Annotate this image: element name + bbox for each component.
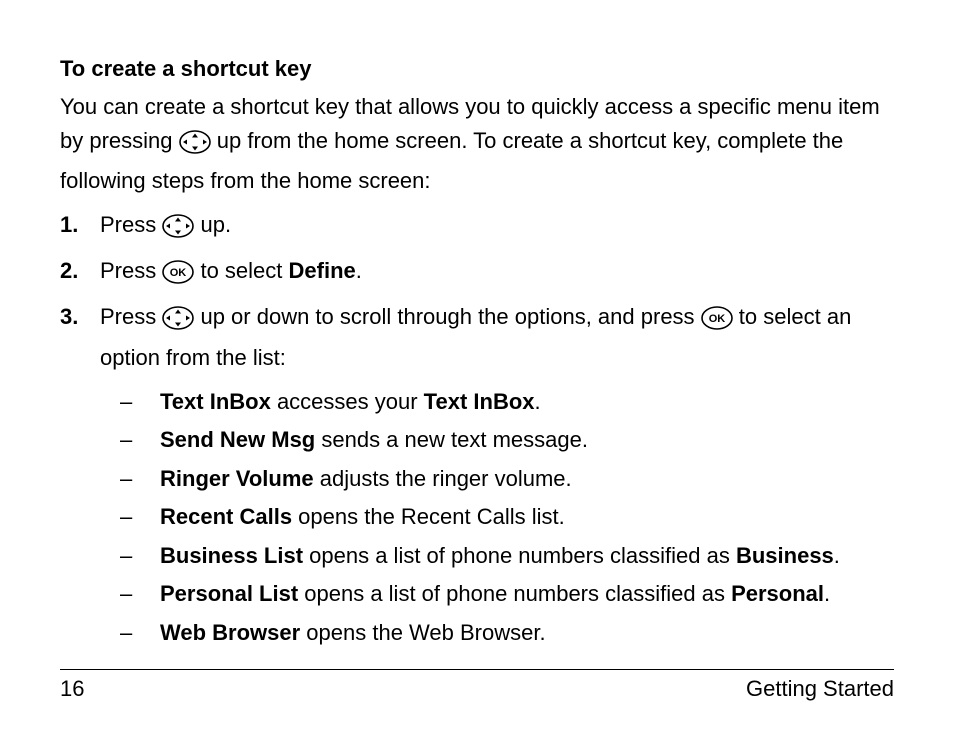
step-number: 2. xyxy=(60,254,100,288)
sublist-plain-text: accesses your xyxy=(271,389,424,414)
sublist-plain-text: adjusts the ringer volume. xyxy=(314,466,572,491)
step-plain-text: up or down to scroll through the options… xyxy=(194,304,700,329)
sublist-plain-text: opens a list of phone numbers classified… xyxy=(298,581,731,606)
sublist-plain-text: sends a new text message. xyxy=(315,427,588,452)
sublist-bold-text: Text InBox xyxy=(424,389,535,414)
sublist-bold-text: Business List xyxy=(160,543,303,568)
step-plain-text: to select xyxy=(194,258,288,283)
ordered-steps: 1.Press up.2.Press to select Define.3.Pr… xyxy=(60,208,894,374)
sublist-text: Recent Calls opens the Recent Calls list… xyxy=(160,498,565,537)
step-text: Press to select Define. xyxy=(100,254,362,294)
nav-key-icon xyxy=(162,214,194,248)
sublist-bold-text: Personal xyxy=(731,581,824,606)
ok-key-icon xyxy=(162,260,194,294)
sublist-dash: – xyxy=(120,421,160,460)
page-number: 16 xyxy=(60,676,84,702)
nav-key-icon xyxy=(162,306,194,340)
step-item: 2.Press to select Define. xyxy=(60,254,894,294)
sublist-item: –Business List opens a list of phone num… xyxy=(120,537,894,576)
sublist-dash: – xyxy=(120,575,160,614)
sublist-dash: – xyxy=(120,460,160,499)
step-bold-text: Define xyxy=(289,258,356,283)
sublist-plain-text: opens the Recent Calls list. xyxy=(292,504,565,529)
sublist-bold-text: Recent Calls xyxy=(160,504,292,529)
sublist-plain-text: . xyxy=(834,543,840,568)
sublist-text: Business List opens a list of phone numb… xyxy=(160,537,840,576)
options-sublist: –Text InBox accesses your Text InBox.–Se… xyxy=(120,383,894,653)
sublist-item: –Send New Msg sends a new text message. xyxy=(120,421,894,460)
page-footer: 16 Getting Started xyxy=(60,669,894,702)
sublist-item: –Web Browser opens the Web Browser. xyxy=(120,614,894,653)
step-plain-text: Press xyxy=(100,304,162,329)
sublist-bold-text: Personal List xyxy=(160,581,298,606)
sublist-bold-text: Send New Msg xyxy=(160,427,315,452)
step-plain-text: up. xyxy=(194,212,231,237)
sublist-item: –Personal List opens a list of phone num… xyxy=(120,575,894,614)
footer-section-title: Getting Started xyxy=(746,676,894,702)
sublist-item: –Text InBox accesses your Text InBox. xyxy=(120,383,894,422)
sublist-bold-text: Ringer Volume xyxy=(160,466,314,491)
step-number: 3. xyxy=(60,300,100,334)
sublist-bold-text: Web Browser xyxy=(160,620,300,645)
step-plain-text: Press xyxy=(100,258,162,283)
sublist-dash: – xyxy=(120,498,160,537)
sublist-bold-text: Business xyxy=(736,543,834,568)
sublist-dash: – xyxy=(120,383,160,422)
sublist-text: Personal List opens a list of phone numb… xyxy=(160,575,830,614)
sublist-dash: – xyxy=(120,614,160,653)
sublist-item: –Ringer Volume adjusts the ringer volume… xyxy=(120,460,894,499)
sublist-plain-text: opens the Web Browser. xyxy=(300,620,545,645)
sublist-bold-text: Text InBox xyxy=(160,389,271,414)
step-number: 1. xyxy=(60,208,100,242)
step-plain-text: Press xyxy=(100,212,162,237)
intro-paragraph: You can create a shortcut key that allow… xyxy=(60,90,894,198)
sublist-plain-text: opens a list of phone numbers classified… xyxy=(303,543,736,568)
section-heading: To create a shortcut key xyxy=(60,56,894,82)
sublist-plain-text: . xyxy=(824,581,830,606)
step-item: 3.Press up or down to scroll through the… xyxy=(60,300,894,374)
step-plain-text: . xyxy=(356,258,362,283)
sublist-item: –Recent Calls opens the Recent Calls lis… xyxy=(120,498,894,537)
nav-key-icon xyxy=(179,130,211,164)
sublist-text: Text InBox accesses your Text InBox. xyxy=(160,383,541,422)
sublist-text: Ringer Volume adjusts the ringer volume. xyxy=(160,460,572,499)
document-page: To create a shortcut key You can create … xyxy=(0,0,954,738)
step-text: Press up or down to scroll through the o… xyxy=(100,300,894,374)
step-text: Press up. xyxy=(100,208,231,248)
ok-key-icon xyxy=(701,306,733,340)
sublist-text: Web Browser opens the Web Browser. xyxy=(160,614,546,653)
step-item: 1.Press up. xyxy=(60,208,894,248)
sublist-dash: – xyxy=(120,537,160,576)
sublist-plain-text: . xyxy=(535,389,541,414)
sublist-text: Send New Msg sends a new text message. xyxy=(160,421,588,460)
